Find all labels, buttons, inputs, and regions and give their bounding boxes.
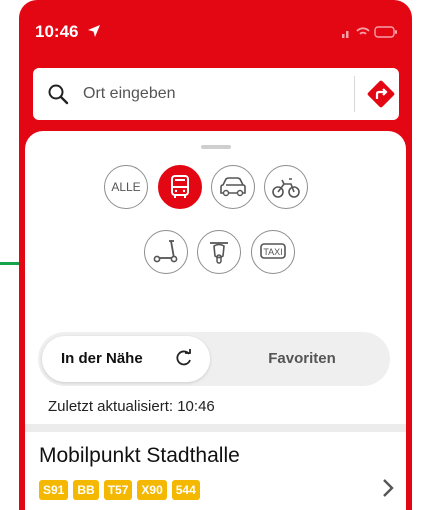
- mode-car-button[interactable]: [211, 165, 255, 209]
- status-bar: 10:46: [19, 0, 412, 60]
- last-updated-text: Zuletzt aktualisiert: 10:46: [48, 398, 215, 415]
- refresh-icon[interactable]: [175, 349, 193, 367]
- line-badges: S91 BB T57 X90 544: [39, 480, 200, 500]
- moped-icon: [210, 242, 228, 264]
- search-icon: [48, 84, 69, 105]
- taxi-icon: TAXI: [260, 243, 286, 259]
- car-icon: [220, 177, 246, 197]
- app-screen: 10:46 Ort eingeben ALLE TAXI In der Nähe…: [19, 0, 412, 510]
- mode-all-label: ALLE: [111, 180, 141, 194]
- mode-moped-button[interactable]: [197, 230, 241, 274]
- line-badge: S91: [39, 480, 69, 500]
- tab-favorites[interactable]: Favoriten: [214, 350, 390, 367]
- bike-icon: [272, 178, 300, 198]
- route-directions-icon[interactable]: [366, 79, 396, 109]
- mode-bus-button[interactable]: [158, 165, 202, 209]
- sheet-handle[interactable]: [201, 145, 231, 149]
- status-time: 10:46: [35, 22, 79, 41]
- system-status-icons: [342, 26, 397, 38]
- search-bar[interactable]: Ort eingeben: [33, 68, 399, 120]
- line-badge: BB: [73, 480, 99, 500]
- station-name[interactable]: Mobilpunkt Stadthalle: [39, 444, 240, 468]
- tab-nearby-label: In der Nähe: [61, 350, 143, 367]
- section-divider: [25, 424, 406, 432]
- line-badge: 544: [171, 480, 200, 500]
- segmented-control: In der Nähe Favoriten: [38, 332, 390, 386]
- mode-taxi-button[interactable]: TAXI: [251, 230, 295, 274]
- mode-scooter-button[interactable]: [144, 230, 188, 274]
- mode-bike-button[interactable]: [264, 165, 308, 209]
- line-badge: T57: [103, 480, 133, 500]
- mode-all-button[interactable]: ALLE: [104, 165, 148, 209]
- chevron-right-icon[interactable]: [381, 477, 395, 499]
- tab-nearby[interactable]: In der Nähe: [42, 336, 210, 382]
- search-input[interactable]: Ort eingeben: [83, 85, 176, 103]
- search-divider: [354, 76, 355, 112]
- kick-scooter-icon: [153, 240, 178, 263]
- bus-icon: [171, 175, 189, 198]
- location-arrow-icon: [88, 25, 100, 37]
- line-badge: X90: [137, 480, 167, 500]
- bottom-sheet: ALLE TAXI In der Nähe Favoriten Zuletzt …: [25, 131, 406, 510]
- taxi-label: TAXI: [263, 247, 282, 257]
